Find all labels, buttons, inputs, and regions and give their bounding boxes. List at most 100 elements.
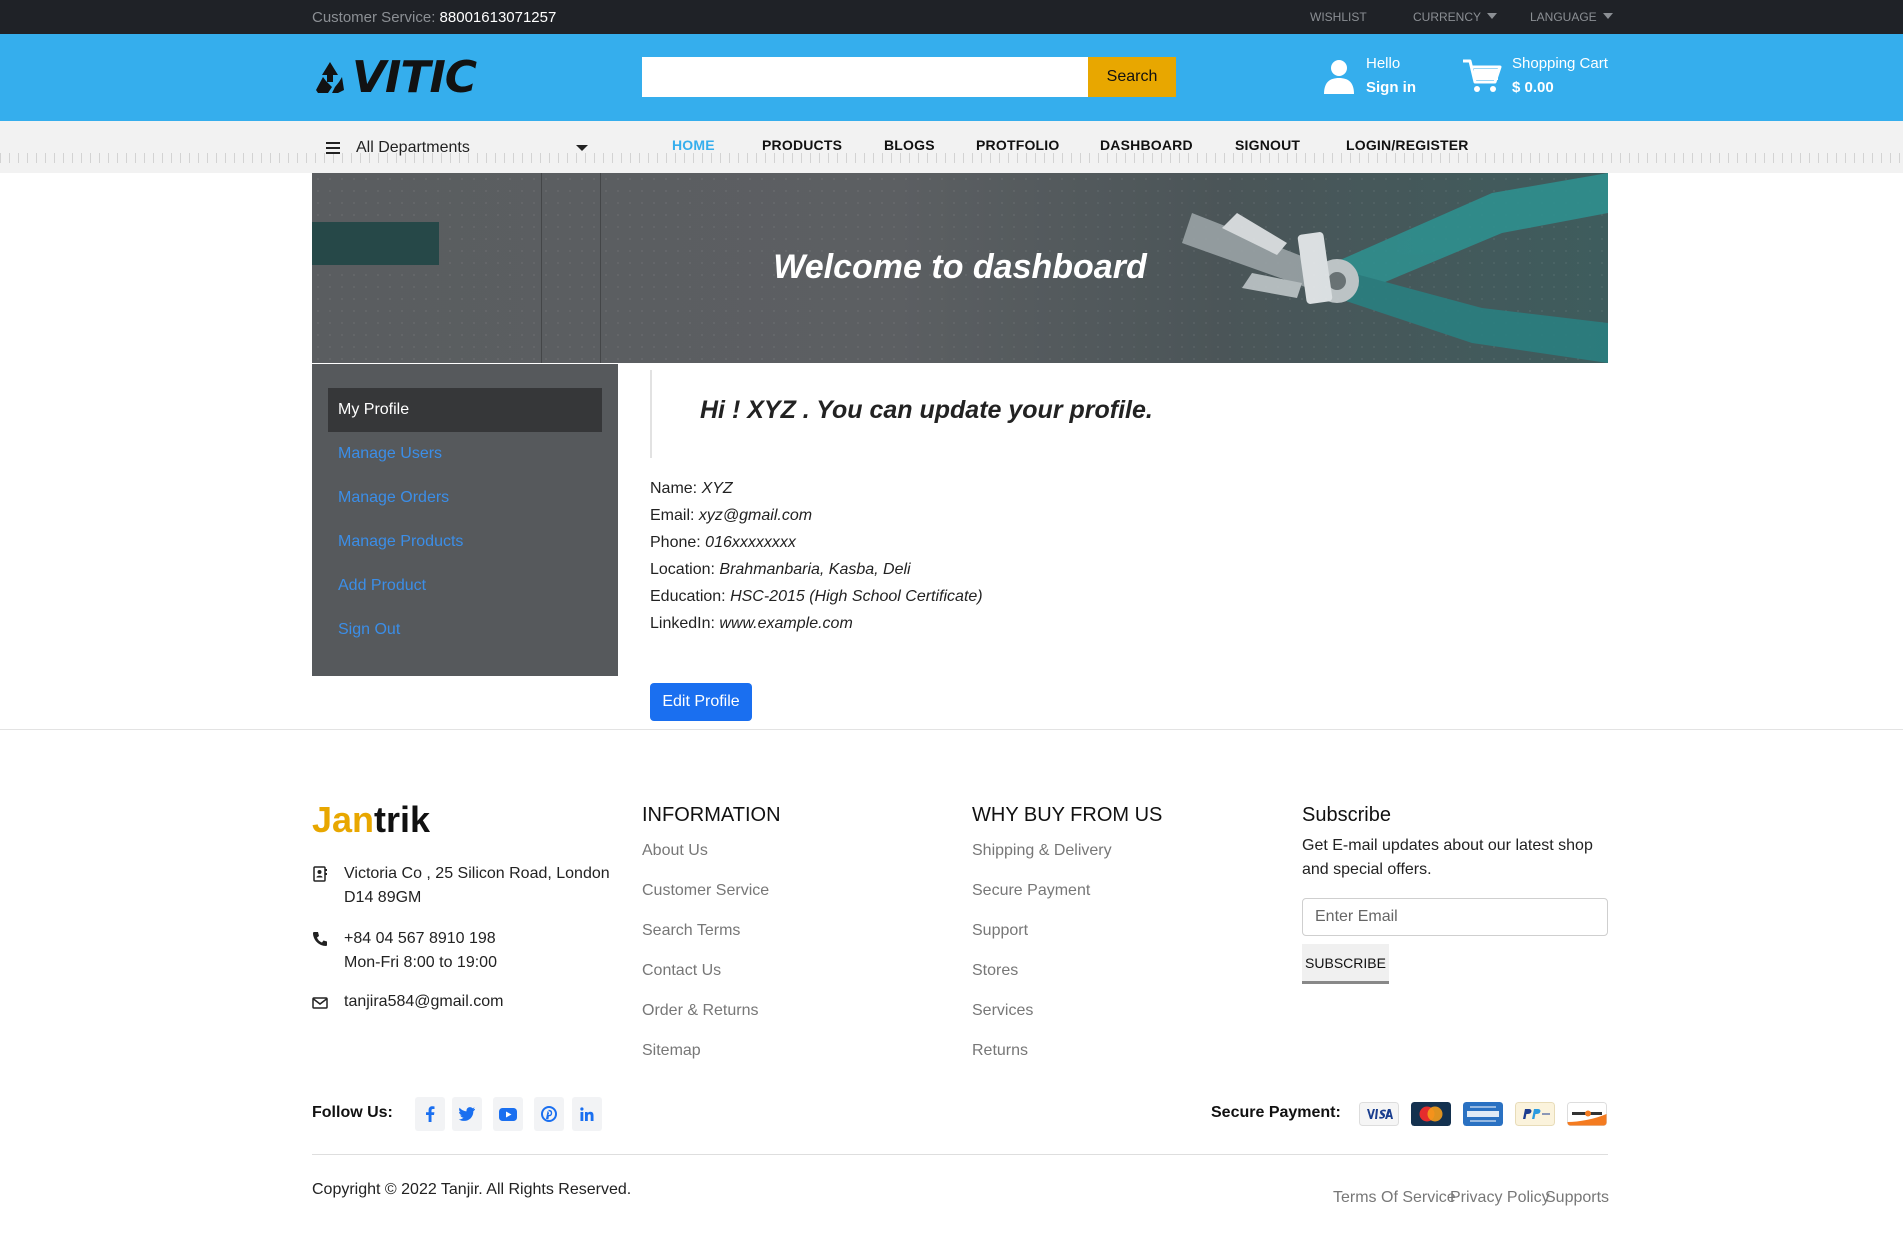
field-label: Name: — [650, 480, 698, 497]
footer-link-customer-service[interactable]: Customer Service — [642, 882, 769, 900]
pinterest-icon — [541, 1106, 557, 1122]
phone-number[interactable]: +84 04 567 8910 198 — [344, 927, 497, 951]
subscribe-button[interactable]: SUBSCRIBE — [1302, 944, 1389, 984]
logo-rest-text: trik — [374, 799, 431, 840]
subscribe-email-input[interactable] — [1302, 898, 1608, 936]
dashboard-sidebar: My Profile Manage Users Manage Orders Ma… — [312, 364, 618, 676]
footer-logo[interactable]: Jan trik — [312, 800, 430, 840]
footer-link-about-us[interactable]: About Us — [642, 842, 708, 860]
profile-linkedin-row: LinkedIn: www.example.com — [650, 615, 853, 633]
user-icon — [1324, 60, 1354, 94]
subscribe-description: Get E-mail updates about our latest shop… — [1302, 837, 1593, 878]
caret-down-icon — [1602, 13, 1613, 19]
secure-payment-label: Secure Payment: — [1211, 1104, 1341, 1121]
footer-link-search-terms[interactable]: Search Terms — [642, 922, 740, 940]
edit-profile-button[interactable]: Edit Profile — [650, 683, 752, 721]
search-button[interactable]: Search — [1088, 57, 1176, 97]
logo-accent-text: Jan — [312, 799, 375, 840]
paypal-icon — [1515, 1102, 1555, 1126]
footer-link-services[interactable]: Services — [972, 1002, 1033, 1020]
linkedin-link[interactable] — [572, 1097, 602, 1131]
profile-greeting: Hi ! XYZ . You can update your profile. — [700, 396, 1153, 424]
discover-icon — [1567, 1102, 1607, 1126]
field-value: XYZ — [701, 480, 733, 497]
currency-label: CURRENCY — [1413, 10, 1482, 24]
sidebar-item-my-profile[interactable]: My Profile — [328, 388, 602, 432]
field-value[interactable]: www.example.com — [719, 615, 852, 632]
account-greeting: Hello — [1366, 55, 1401, 72]
nav-portfolio[interactable]: PROTFOLIO — [976, 137, 1059, 153]
nav-dashboard[interactable]: DASHBOARD — [1100, 137, 1193, 153]
business-hours: Mon-Fri 8:00 to 19:00 — [344, 954, 497, 971]
nav-home[interactable]: HOME — [672, 137, 715, 153]
footer-address: Victoria Co , 25 Silicon Road, London D1… — [312, 862, 610, 910]
information-heading: INFORMATION — [642, 804, 781, 826]
caret-down-icon — [576, 145, 588, 151]
profile-email-row: Email: xyz@gmail.com — [650, 507, 812, 525]
cart-label: Shopping Cart — [1512, 55, 1608, 72]
footer-link-shipping[interactable]: Shipping & Delivery — [972, 842, 1112, 860]
nav-signout[interactable]: SIGNOUT — [1235, 137, 1300, 153]
search-input[interactable] — [642, 57, 1088, 97]
field-value: HSC-2015 (High School Certificate) — [730, 588, 983, 605]
mastercard-icon — [1411, 1102, 1451, 1126]
shopping-cart[interactable]: Shopping Cart $ 0.00 — [1462, 52, 1608, 100]
sidebar-item-manage-orders[interactable]: Manage Orders — [328, 476, 602, 520]
facebook-link[interactable] — [415, 1097, 445, 1131]
footer-link-contact-us[interactable]: Contact Us — [642, 962, 721, 980]
profile-location-row: Location: Brahmanbaria, Kasba, Deli — [650, 561, 911, 579]
youtube-icon — [499, 1107, 517, 1121]
address-line-2: D14 89GM — [344, 889, 422, 906]
currency-dropdown[interactable]: CURRENCY — [1413, 10, 1498, 24]
follow-us-label: Follow Us: — [312, 1104, 393, 1121]
sidebar-item-add-product[interactable]: Add Product — [328, 564, 602, 608]
field-label: Location: — [650, 561, 715, 578]
footer-link-support[interactable]: Support — [972, 922, 1028, 940]
departments-label: All Departments — [356, 139, 470, 156]
twitter-link[interactable] — [452, 1097, 482, 1131]
footer-link-secure-payment[interactable]: Secure Payment — [972, 882, 1090, 900]
privacy-policy-link[interactable]: Privacy Policy — [1450, 1189, 1550, 1207]
footer-link-order-returns[interactable]: Order & Returns — [642, 1002, 758, 1020]
cart-total: $ 0.00 — [1512, 79, 1554, 96]
why-buy-heading: WHY BUY FROM US — [972, 804, 1163, 826]
field-value: Brahmanbaria, Kasba, Deli — [719, 561, 911, 578]
sidebar-item-sign-out[interactable]: Sign Out — [328, 608, 602, 652]
envelope-icon — [312, 997, 328, 1009]
customer-service-phone[interactable]: 88001613071257 — [440, 9, 557, 26]
language-label: LANGUAGE — [1530, 10, 1597, 24]
sidebar-item-manage-products[interactable]: Manage Products — [328, 520, 602, 564]
nav-login-register[interactable]: LOGIN/REGISTER — [1346, 137, 1469, 153]
footer-link-returns[interactable]: Returns — [972, 1042, 1028, 1060]
profile-phone-row: Phone: 016xxxxxxxx — [650, 534, 796, 552]
pinterest-link[interactable] — [534, 1097, 564, 1131]
nav-blogs[interactable]: BLOGS — [884, 137, 935, 153]
sidebar-item-manage-users[interactable]: Manage Users — [328, 432, 602, 476]
profile-name-row: Name: XYZ — [650, 480, 733, 498]
nav-products[interactable]: PRODUCTS — [762, 137, 842, 153]
linkedin-icon — [580, 1107, 594, 1121]
copyright-text: Copyright © 2022 Tanjir. All Rights Rese… — [312, 1181, 632, 1198]
terms-of-service-link[interactable]: Terms Of Service — [1333, 1189, 1456, 1207]
header: VITIC Search Hello Sign in Shopping Cart… — [0, 34, 1903, 121]
address-line-1: Victoria Co , 25 Silicon Road, London — [344, 865, 610, 882]
footer-link-sitemap[interactable]: Sitemap — [642, 1042, 701, 1060]
field-label: Email: — [650, 507, 695, 524]
top-bar: Customer Service: 88001613071257 WISHLIS… — [0, 0, 1903, 34]
email-address[interactable]: tanjira584@gmail.com — [344, 990, 503, 1018]
profile-education-row: Education: HSC-2015 (High School Certifi… — [650, 588, 983, 606]
banner-title: Welcome to dashboard — [773, 248, 1147, 286]
wishlist-link[interactable]: WISHLIST — [1310, 10, 1367, 24]
supports-link[interactable]: Supports — [1545, 1189, 1609, 1207]
customer-service-label: Customer Service: — [312, 9, 436, 26]
amex-icon — [1463, 1102, 1503, 1126]
address-book-icon — [313, 866, 327, 882]
site-logo[interactable]: VITIC — [312, 56, 477, 100]
phone-icon — [313, 932, 327, 946]
language-dropdown[interactable]: LANGUAGE — [1530, 10, 1613, 24]
sign-in-link[interactable]: Sign in — [1366, 76, 1416, 100]
youtube-link[interactable] — [493, 1097, 523, 1131]
footer-link-stores[interactable]: Stores — [972, 962, 1018, 980]
account-link[interactable]: Hello Sign in — [1322, 52, 1416, 100]
departments-dropdown[interactable]: All Departments — [326, 136, 588, 160]
